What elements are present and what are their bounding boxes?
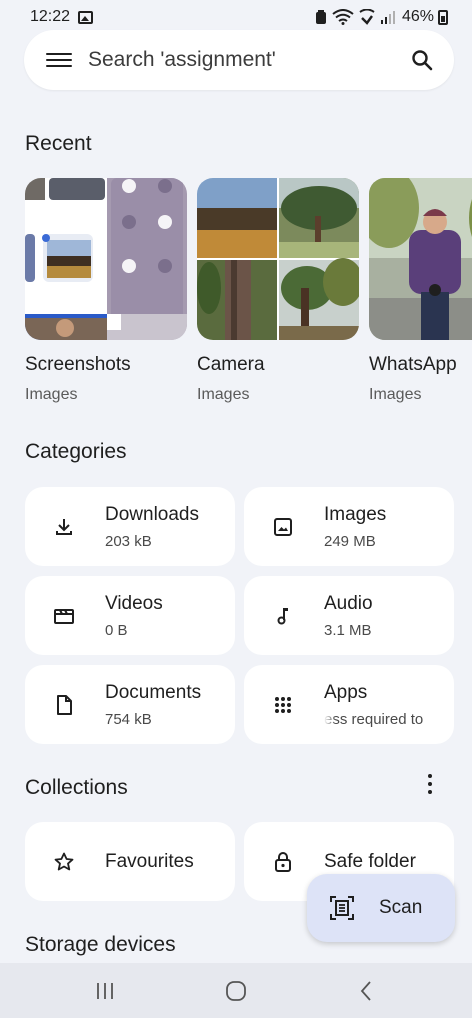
- alarm-icon: [315, 10, 326, 24]
- category-size: 754 kB: [105, 710, 152, 728]
- recent-item-name: Screenshots: [25, 354, 131, 375]
- scan-button[interactable]: Scan: [307, 874, 455, 942]
- recent-heading: Recent: [25, 132, 92, 155]
- star-icon: [54, 852, 74, 870]
- category-name: Videos: [105, 592, 163, 614]
- recent-item-name: WhatsApp: [369, 354, 457, 375]
- recent-apps-icon[interactable]: [93, 979, 117, 1003]
- home-icon[interactable]: [224, 979, 248, 1003]
- signal-icon: [380, 11, 395, 24]
- category-apps[interactable]: Apps ess required to: [244, 665, 454, 744]
- more-options-icon[interactable]: [424, 772, 436, 796]
- category-name: Downloads: [105, 503, 199, 525]
- recent-item-type: Images: [197, 386, 250, 403]
- category-size: 249 MB: [324, 532, 376, 550]
- category-downloads[interactable]: Downloads 203 kB: [25, 487, 235, 566]
- category-images[interactable]: Images 249 MB: [244, 487, 454, 566]
- recent-item-whatsapp[interactable]: WhatsApp Images: [369, 178, 472, 404]
- download-icon: [56, 518, 72, 535]
- collections-heading: Collections: [25, 776, 128, 799]
- search-icon[interactable]: [410, 48, 434, 72]
- recent-item-type: Images: [369, 386, 422, 403]
- category-name: Apps: [324, 681, 368, 703]
- category-size: 203 kB: [105, 532, 152, 550]
- document-scanner-icon: [330, 896, 354, 920]
- wifi-call-icon: [359, 9, 375, 25]
- recent-item-name: Camera: [197, 354, 265, 375]
- battery-icon: [438, 9, 448, 25]
- scan-label: Scan: [379, 897, 423, 918]
- category-size: 3.1 MB: [324, 621, 372, 639]
- category-videos[interactable]: Videos 0 B: [25, 576, 235, 655]
- document-icon: [57, 694, 72, 715]
- whatsapp-thumbnail: [369, 178, 472, 340]
- recent-item-type: Images: [25, 386, 78, 403]
- gallery-notification-icon: [78, 10, 94, 24]
- status-bar: 12:22 46%: [0, 0, 472, 34]
- music-note-icon: [277, 607, 288, 624]
- back-icon[interactable]: [355, 979, 379, 1003]
- category-size: ess required to: [324, 710, 424, 728]
- category-name: Documents: [105, 681, 202, 703]
- wifi-icon: [332, 9, 354, 25]
- recent-list: Screenshots Images Camera Images WhatsAp…: [25, 178, 472, 408]
- screenshots-thumbnail: [25, 178, 187, 340]
- collection-name: Safe folder: [324, 850, 416, 872]
- recent-item-screenshots[interactable]: Screenshots Images: [25, 178, 187, 404]
- storage-devices-heading: Storage devices: [25, 933, 176, 956]
- collection-favourites[interactable]: Favourites: [25, 822, 235, 901]
- collection-name: Favourites: [105, 850, 194, 872]
- battery-percent: 46%: [401, 8, 434, 25]
- hamburger-menu-icon[interactable]: [46, 50, 72, 70]
- category-name: Images: [324, 503, 387, 525]
- category-name: Audio: [324, 592, 373, 614]
- image-icon: [274, 517, 292, 536]
- recent-item-camera[interactable]: Camera Images: [197, 178, 359, 404]
- category-documents[interactable]: Documents 754 kB: [25, 665, 235, 744]
- apps-grid-icon: [275, 696, 291, 713]
- search-input[interactable]: Search 'assignment': [88, 48, 410, 72]
- system-navigation-bar: [0, 963, 472, 1018]
- camera-thumbnail: [197, 178, 359, 340]
- category-size: 0 B: [105, 621, 128, 639]
- lock-icon: [275, 851, 291, 872]
- video-icon: [54, 608, 74, 624]
- search-bar[interactable]: Search 'assignment': [24, 30, 454, 90]
- category-audio[interactable]: Audio 3.1 MB: [244, 576, 454, 655]
- categories-heading: Categories: [25, 440, 127, 463]
- status-time: 12:22: [30, 8, 71, 25]
